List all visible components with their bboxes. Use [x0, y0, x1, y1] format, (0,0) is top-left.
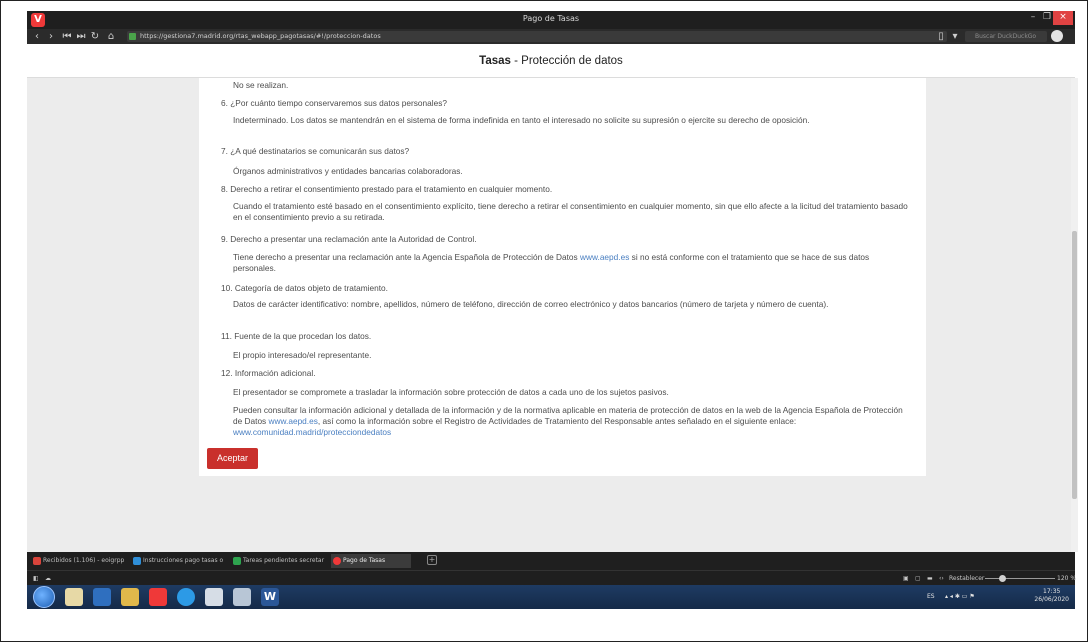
- tab-pago-tasas[interactable]: Pago de Tasas: [331, 554, 411, 568]
- tile-icon[interactable]: ▢: [915, 571, 921, 586]
- new-tab-icon[interactable]: +: [427, 555, 437, 565]
- question-12: 12. Información adicional.: [221, 368, 316, 378]
- profile-avatar-icon[interactable]: [1051, 30, 1063, 42]
- folder-icon[interactable]: [121, 588, 139, 606]
- home-icon[interactable]: ⌂: [105, 29, 117, 44]
- tab-instructions-label: Instrucciones pago tasas o: [143, 557, 224, 564]
- tab-tasks[interactable]: Tareas pendientes secretar: [231, 554, 329, 568]
- question-6: 6. ¿Por cuánto tiempo conservaremos sus …: [221, 98, 447, 108]
- page-title-bold: Tasas: [479, 55, 511, 67]
- forward-icon[interactable]: ›: [45, 29, 57, 44]
- page-actions-icon[interactable]: ▬: [927, 571, 933, 586]
- tab-gmail-label: Recibidos (1.106) - eoigrpp: [43, 557, 125, 564]
- tab-bar: Recibidos (1.106) - eoigrpp Instruccione…: [27, 552, 1075, 570]
- dropdown-icon[interactable]: ▾: [949, 29, 961, 44]
- comunidad-madrid-link[interactable]: www.comunidad.madrid/protecciondedatos: [233, 427, 391, 437]
- search-placeholder: Buscar DuckDuckGo: [975, 33, 1037, 40]
- language-indicator[interactable]: ES: [927, 585, 935, 609]
- content-viewport: No se realizan. 6. ¿Por cuánto tiempo co…: [27, 78, 1075, 552]
- page-header: Tasas - Protección de datos: [27, 44, 1075, 78]
- aepd-link-2[interactable]: www.aepd.es: [269, 416, 318, 426]
- panel-toggle-icon[interactable]: ◧: [33, 571, 39, 586]
- reload-icon[interactable]: ↻: [89, 29, 101, 44]
- question-8: 8. Derecho a retirar el consentimiento p…: [221, 184, 553, 194]
- address-text: https://gestiona7.madrid.org/rtas_webapp…: [140, 32, 381, 40]
- tab-instructions[interactable]: Instrucciones pago tasas o: [131, 554, 229, 568]
- drive-icon: [133, 557, 141, 565]
- question-11: 11. Fuente de la que procedan los datos.: [221, 331, 372, 341]
- reset-zoom-button[interactable]: Restablecer: [949, 571, 984, 586]
- paint-icon[interactable]: [233, 588, 251, 606]
- outlook-icon[interactable]: [93, 588, 111, 606]
- secure-lock-icon: [129, 33, 136, 40]
- system-clock[interactable]: 17:35 26/06/2020: [1034, 588, 1069, 604]
- answer-10: Datos de carácter identificativo: nombre…: [233, 299, 829, 309]
- zoom-level: 120 %: [1057, 575, 1077, 582]
- clock-time: 17:35: [1043, 588, 1061, 595]
- window-title: Pago de Tasas: [522, 14, 580, 23]
- answer-9-text: Tiene derecho a presentar una reclamació…: [233, 252, 580, 262]
- aepd-link[interactable]: www.aepd.es: [580, 252, 629, 262]
- tab-tasks-label: Tareas pendientes secretar: [243, 557, 325, 564]
- page-title: Tasas - Protección de datos: [27, 55, 1075, 67]
- clock-date: 26/06/2020: [1034, 596, 1069, 603]
- tray-icons[interactable]: ▴ ◂ ✱ ▭ ⚑: [945, 585, 975, 609]
- title-bar: V Pago de Tasas – ❐ ×: [27, 11, 1075, 29]
- mail-icon: [33, 557, 41, 565]
- answer-6: Indeterminado. Los datos se mantendrán e…: [233, 115, 810, 125]
- image-icon[interactable]: ▣: [903, 571, 909, 586]
- rewind-icon[interactable]: ⏮: [61, 29, 73, 44]
- search-input[interactable]: Buscar DuckDuckGo: [965, 31, 1047, 42]
- word-icon[interactable]: W: [261, 588, 279, 606]
- page-title-rest: - Protección de datos: [510, 55, 623, 67]
- screenshot-frame: V Pago de Tasas – ❐ × ‹ › ⏮ ⏭ ↻ ⌂ https:…: [0, 0, 1088, 642]
- question-7: 7. ¿A qué destinatarios se comunicarán s…: [221, 146, 410, 156]
- site-favicon-icon: [333, 557, 341, 565]
- status-bar: ◧ ☁ ▣ ▢ ▬ ‹› Restablecer 120 %: [27, 570, 1077, 586]
- answer-9: Tiene derecho a presentar una reclamació…: [233, 252, 913, 274]
- sheets-icon: [233, 557, 241, 565]
- navigation-bar: ‹ › ⏮ ⏭ ↻ ⌂ https://gestiona7.madrid.org…: [27, 29, 1075, 44]
- zoom-slider-knob[interactable]: [999, 575, 1006, 582]
- windows-taskbar: W ES ▴ ◂ ✱ ▭ ⚑ 17:35 26/06/2020: [27, 585, 1075, 609]
- answer-5: No se realizan.: [233, 80, 289, 90]
- answer-12: El presentador se compromete a trasladar…: [233, 387, 669, 397]
- answer-11: El propio interesado/el representante.: [233, 350, 372, 360]
- code-icon[interactable]: ‹›: [939, 571, 944, 586]
- messaging-icon[interactable]: [177, 588, 195, 606]
- question-10: 10. Categoría de datos objeto de tratami…: [221, 283, 388, 293]
- privacy-card: No se realizan. 6. ¿Por cuánto tiempo co…: [199, 78, 926, 476]
- back-icon[interactable]: ‹: [31, 29, 43, 44]
- document-icon[interactable]: [205, 588, 223, 606]
- answer-8: Cuando el tratamiento esté basado en el …: [233, 201, 908, 222]
- close-icon[interactable]: ×: [1053, 11, 1073, 25]
- file-explorer-icon[interactable]: [65, 588, 83, 606]
- zoom-slider[interactable]: [985, 578, 1055, 579]
- answer-12-text-mid: , así como la información sobre el Regis…: [317, 416, 797, 426]
- tab-pago-tasas-label: Pago de Tasas: [343, 557, 386, 564]
- tab-gmail[interactable]: Recibidos (1.106) - eoigrpp: [31, 554, 129, 568]
- bookmark-icon[interactable]: ▯: [935, 29, 947, 44]
- answer-7: Órganos administrativos y entidades banc…: [233, 166, 463, 176]
- accept-button[interactable]: Aceptar: [207, 448, 258, 469]
- scrollbar-thumb[interactable]: [1072, 231, 1077, 499]
- vivaldi-icon[interactable]: [149, 588, 167, 606]
- address-bar[interactable]: https://gestiona7.madrid.org/rtas_webapp…: [127, 31, 947, 42]
- sync-icon[interactable]: ☁: [45, 571, 51, 586]
- start-button[interactable]: [33, 586, 55, 608]
- answer-12-additional: Pueden consultar la información adiciona…: [233, 405, 913, 438]
- fast-forward-icon[interactable]: ⏭: [75, 29, 87, 44]
- question-9: 9. Derecho a presentar una reclamación a…: [221, 234, 477, 244]
